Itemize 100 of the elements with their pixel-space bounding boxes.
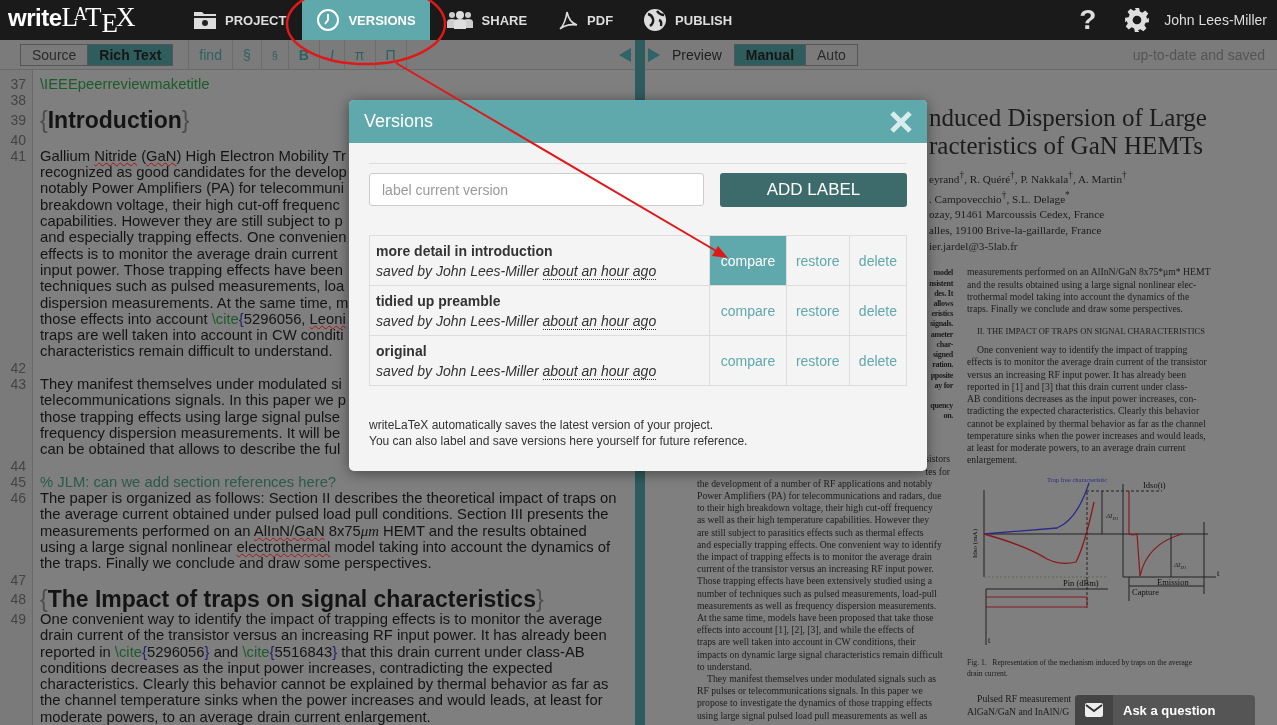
nav-tab[interactable]: PDF: [543, 0, 628, 40]
time-link[interactable]: about an hour ago: [542, 312, 657, 330]
version-action[interactable]: restore: [786, 285, 850, 336]
expand-right-icon[interactable]: [648, 47, 660, 62]
time-link[interactable]: about an hour ago: [542, 362, 657, 380]
text-line: recognized as good candidates for the develop: [40, 164, 348, 181]
author-line: alles, 19100 Brive-la-gaillarde, France: [929, 223, 1103, 239]
version-action[interactable]: compare: [710, 235, 786, 286]
mode-tab[interactable]: Rich Text: [87, 44, 173, 65]
add-label-button[interactable]: ADD LABEL: [720, 173, 907, 207]
version-label: original: [376, 342, 428, 359]
version-meta: saved by John Lees-Miller about an hour ago: [376, 362, 658, 379]
paper-title: racteristics of GaN HEMTs: [929, 132, 1204, 160]
abstract-fragment: signed: [932, 350, 953, 361]
abstract-fragment: eristics: [930, 309, 953, 320]
envelope-icon: [1085, 703, 1103, 717]
text-line: the channel temperature sinks when the power increases and would leads, at least for: [40, 692, 604, 709]
section-heading: {Introduction}: [40, 108, 190, 132]
text-line: and the results obtained using a large signal nonlinear elec-: [967, 278, 1198, 291]
text-line: measurements as well as frequency dispersion measurements.: [697, 599, 938, 612]
mode-tab[interactable]: Manual: [734, 44, 806, 65]
text-line: and especially trapping effects. One convenien: [40, 229, 348, 246]
author-line: ier.jardel@3-5lab.fr: [929, 239, 1019, 255]
text-line: frequency dispersion measurements. It will be: [40, 424, 342, 442]
text-line: breakdown voltage, their high cut-off frequenc: [40, 196, 341, 214]
help-text: writeLaTeX automatically saves the latest version of your project.: [369, 417, 715, 433]
text-line: moderate powers, to an average drain current enlargement.: [40, 708, 432, 725]
abstract-fragment: on.: [942, 411, 953, 422]
version-label: more detail in introduction: [376, 242, 554, 259]
version-action[interactable]: compare: [710, 285, 786, 336]
text-line: measurements performed on an AlInN/GaN 8x75*μm* HEMT: [967, 266, 1212, 279]
text-line: the traps. Finally we conclude and draw some perspectives.: [40, 555, 433, 572]
abstract-fragment: model: [932, 268, 953, 279]
label-field[interactable]: label current version: [369, 173, 704, 206]
nav-tab[interactable]: SHARE: [431, 0, 542, 40]
collapse-left-icon[interactable]: [619, 47, 631, 62]
text-line: the average current obtained under pulsed load pull conditions. Section III presents the: [40, 506, 610, 523]
text-line: RF pulses or telecommunications signals. In this paper we: [697, 685, 924, 698]
nav-tab[interactable]: PROJECT: [186, 0, 301, 40]
abstract-fragment: ration.: [931, 360, 953, 371]
user-menu[interactable]: John Lees-Miller: [1164, 12, 1267, 28]
text-line: Pulsed RF measurement: [976, 693, 1072, 706]
text-line: conditions decreases as the input power increases, contradicting the expected: [40, 659, 554, 677]
text-line: enlargement.: [967, 454, 1019, 467]
version-action[interactable]: delete: [849, 335, 907, 386]
time-link[interactable]: about an hour ago: [542, 262, 657, 280]
version-action[interactable]: delete: [849, 235, 907, 286]
text-line: cannot be explained by thermal behavior as far as the channel: [967, 417, 1207, 430]
text-line: techniques such as pulsed measurements, loa: [40, 278, 346, 295]
text-line: traps are well taken into account in CW conditions, their: [697, 636, 917, 649]
nav-tab[interactable]: VERSIONS: [302, 0, 430, 40]
code-command: \IEEEpeerreviewmaketitle: [40, 76, 210, 93]
text-line: dispersion measurements. At the same time, m: [40, 294, 349, 311]
mode-tab[interactable]: Source: [21, 44, 88, 65]
format-button[interactable]: §: [232, 39, 262, 70]
paper-title: nduced Dispersion of Large: [929, 104, 1208, 132]
clock-icon: [316, 8, 341, 32]
version-action[interactable]: restore: [786, 235, 850, 286]
folder-icon: [193, 10, 217, 30]
text-line: drain current of the transistor versus an increasing RF input power. It has already been: [40, 627, 608, 644]
format-button[interactable]: Π: [375, 39, 407, 70]
text-line: effects into account [1], [2], [3], and while the effects of: [697, 624, 916, 637]
mode-tab[interactable]: Auto: [805, 44, 857, 65]
text-line: The paper is organized as follows: Section II describes the theoretical impact of traps on: [40, 490, 617, 507]
nav-tab[interactable]: PUBLISH: [629, 0, 747, 40]
dialog-title: Versions: [364, 111, 434, 132]
format-button[interactable]: π: [344, 39, 376, 70]
version-action[interactable]: delete: [849, 285, 907, 336]
text-line: trothermal model taking into account the dynamics of the: [967, 290, 1191, 304]
format-button[interactable]: B: [288, 39, 320, 70]
text-line: propose to investigate the dynamics of those trapping effects: [697, 697, 933, 710]
text-fragment: tes for: [924, 465, 950, 478]
text-line: measurements performed on an AlInN/GaN 8x75μm HEMT and the results obtained: [40, 522, 588, 539]
text-line: impacts on dynamic large signal characteristics remain difficult: [697, 648, 944, 661]
ask-question-button[interactable]: Ask a question: [1075, 695, 1255, 725]
text-line: the impact of trapping effects is to monitor the average drain: [697, 550, 933, 564]
abstract-fragment: ameter: [929, 329, 953, 340]
text-line: using large signal pulsed load pull measurements as well as: [697, 709, 929, 722]
text-line: One convenient way to identify the impact of trapping: [976, 344, 1189, 357]
text-line: capabilities. However they are still subject to p: [40, 213, 344, 230]
text-line: those effects into account \cite{5296056, Leoni: [40, 310, 347, 328]
help-button[interactable]: ?: [1079, 4, 1097, 36]
version-action[interactable]: compare: [710, 335, 786, 386]
text-line: AlGaN/GaN and InAlN/G: [967, 705, 1070, 718]
text-line: and especially trapping effects. One convenient way to identify: [697, 538, 943, 551]
text-line: using a large signal nonlinear electrothermal model taking into account the dynamics of: [40, 539, 612, 556]
text-line: as well as their high temperature capabilities. However they: [697, 514, 931, 527]
text-line: the development of a number of RF applications and notably: [697, 477, 934, 490]
code-comment: % JLM: can we add section references here?: [40, 473, 337, 491]
text-line: tradicting the expected characteristics. Clearly this behavior: [967, 405, 1201, 418]
text-line: current of the transistor versus an increasing RF input power.: [697, 563, 935, 576]
settings-icon[interactable]: [1124, 7, 1151, 33]
abstract-fragment: des. It: [933, 288, 953, 300]
version-action[interactable]: restore: [786, 335, 850, 386]
preview-label: Preview: [672, 46, 722, 63]
format-button[interactable]: §: [261, 39, 289, 70]
close-icon[interactable]: [889, 109, 913, 134]
format-button[interactable]: find: [189, 39, 233, 70]
text-line: versus an increasing RF input power. It has already been: [967, 368, 1187, 381]
text-line: They manifest themselves under modulated si: [40, 376, 343, 393]
